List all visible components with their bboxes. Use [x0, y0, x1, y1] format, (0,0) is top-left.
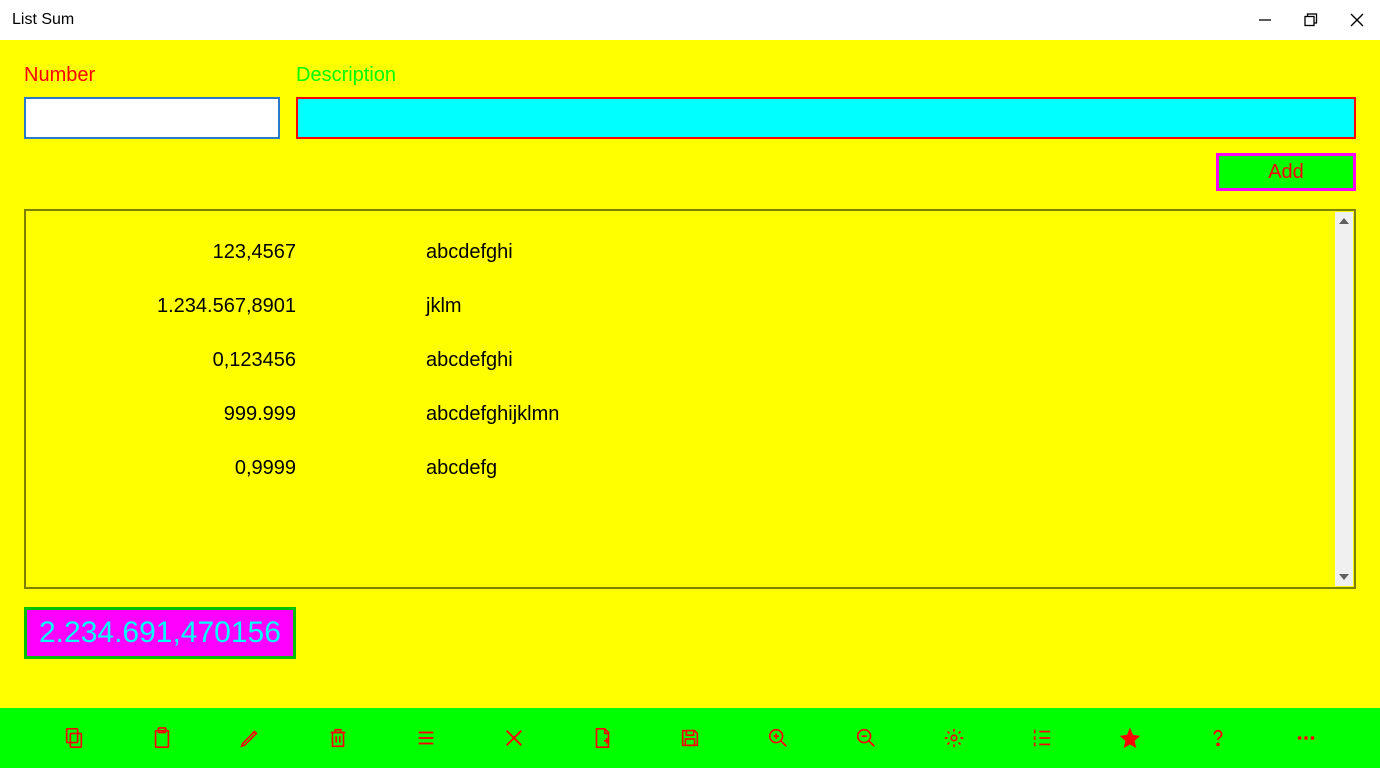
window-controls: [1242, 0, 1380, 40]
minimize-button[interactable]: [1242, 0, 1288, 40]
add-button[interactable]: Add: [1216, 153, 1356, 191]
settings-icon[interactable]: [910, 727, 998, 749]
description-label: Description: [296, 64, 396, 87]
edit-icon[interactable]: [206, 727, 294, 749]
list-item-description: jklm: [306, 295, 462, 318]
list-item[interactable]: 999.999 abcdefghijklmn: [26, 387, 1334, 441]
save-icon[interactable]: [646, 727, 734, 749]
list-item[interactable]: 1.234.567,8901 jklm: [26, 279, 1334, 333]
copy-icon[interactable]: [30, 727, 118, 749]
number-input[interactable]: [24, 97, 280, 139]
bottom-toolbar: [0, 708, 1380, 768]
more-icon[interactable]: [1262, 727, 1350, 749]
items-list-content: 123,4567 abcdefghi 1.234.567,8901 jklm 0…: [26, 211, 1354, 587]
list-item-description: abcdefg: [306, 457, 497, 480]
scroll-down-icon[interactable]: [1335, 568, 1353, 586]
sum-display: 2.234.691,470156: [24, 607, 296, 659]
description-input[interactable]: [296, 97, 1356, 139]
input-row: [24, 97, 1356, 139]
close-icon[interactable]: [470, 727, 558, 749]
scroll-up-icon[interactable]: [1335, 212, 1353, 230]
app-body: Number Description Add 123,4567 abcdefgh…: [0, 40, 1380, 708]
window-title: List Sum: [12, 11, 74, 29]
zoom-in-icon[interactable]: [734, 727, 822, 749]
list-item-description: abcdefghijklmn: [306, 403, 559, 426]
list-item[interactable]: 0,123456 abcdefghi: [26, 333, 1334, 387]
list-item[interactable]: 123,4567 abcdefghi: [26, 225, 1334, 279]
list-item-description: abcdefghi: [306, 241, 513, 264]
list-icon[interactable]: [382, 727, 470, 749]
maximize-button[interactable]: [1288, 0, 1334, 40]
titlebar: List Sum: [0, 0, 1380, 40]
list-item-description: abcdefghi: [306, 349, 513, 372]
numbered-list-icon[interactable]: [998, 727, 1086, 749]
paste-icon[interactable]: [118, 727, 206, 749]
items-listbox[interactable]: 123,4567 abcdefghi 1.234.567,8901 jklm 0…: [24, 209, 1356, 589]
list-item-number: 0,123456: [26, 349, 306, 372]
close-window-button[interactable]: [1334, 0, 1380, 40]
help-icon[interactable]: [1174, 727, 1262, 749]
list-item-number: 999.999: [26, 403, 306, 426]
list-item-number: 123,4567: [26, 241, 306, 264]
field-labels: Number Description: [24, 64, 1356, 87]
listbox-scrollbar[interactable]: [1335, 212, 1353, 586]
list-item[interactable]: 0,9999 abcdefg: [26, 441, 1334, 495]
number-label: Number: [24, 64, 296, 87]
favorite-icon[interactable]: [1086, 727, 1174, 749]
delete-icon[interactable]: [294, 727, 382, 749]
new-file-icon[interactable]: [558, 727, 646, 749]
list-item-number: 1.234.567,8901: [26, 295, 306, 318]
zoom-out-icon[interactable]: [822, 727, 910, 749]
add-row: Add: [24, 153, 1356, 191]
list-item-number: 0,9999: [26, 457, 306, 480]
